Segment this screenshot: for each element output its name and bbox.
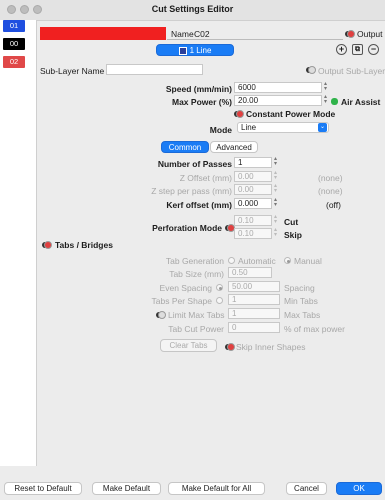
output-sub-layer-toggle[interactable] (306, 66, 316, 74)
kerf-input[interactable]: 0.000 (234, 198, 272, 209)
skip-stepper[interactable]: ▴ ▾ (273, 227, 278, 239)
tab-cut-power-input[interactable]: 0 (228, 322, 280, 333)
tab-size-label: Tab Size (mm) (169, 269, 224, 279)
tab-advanced[interactable]: Advanced (210, 141, 258, 153)
name-label: Name (171, 29, 194, 39)
tabs-per-shape-radio[interactable] (216, 297, 223, 304)
skip-input[interactable]: 0.10 (234, 228, 272, 239)
tab-size-input[interactable]: 0.50 (228, 267, 272, 278)
max-power-input[interactable]: 20.00 (234, 95, 322, 106)
passes-label: Number of Passes (157, 159, 232, 169)
tab-generation-label: Tab Generation (165, 256, 224, 266)
cut-input[interactable]: 0.10 (234, 215, 272, 226)
mode-label: Mode (209, 125, 232, 135)
copy-sub-layer-icon[interactable]: ⧉ (352, 44, 363, 55)
output-sub-layer-label: Output Sub-Layer (318, 66, 385, 76)
layer-item-00[interactable]: 00 (3, 38, 25, 50)
sub-layer-selector[interactable]: 1 Line (156, 44, 234, 56)
z-offset-note: (none) (318, 173, 343, 183)
sub-layer-selector-label: 1 Line (189, 46, 212, 55)
z-offset-stepper[interactable]: ▴ ▾ (273, 170, 278, 182)
layer-item-02[interactable]: 02 (3, 56, 25, 68)
mode-select-value: Line (241, 123, 257, 132)
kerf-label: Kerf offset (mm) (166, 200, 232, 210)
limit-max-tabs-toggle[interactable] (156, 311, 166, 319)
output-label: Output (357, 29, 383, 39)
limit-max-tabs-label: Limit Max Tabs (168, 310, 225, 320)
tab-gen-manual-radio[interactable] (284, 257, 291, 264)
remove-sub-layer-icon[interactable]: − (368, 44, 379, 55)
kerf-stepper[interactable]: ▴ ▾ (273, 197, 278, 209)
make-default-for-all-button[interactable]: Make Default for All (168, 482, 265, 495)
layer-list (0, 20, 37, 466)
tabs-bridges-label: Tabs / Bridges (55, 240, 113, 250)
max-power-stepper[interactable]: ▴ ▾ (323, 94, 328, 106)
clear-tabs-button[interactable]: Clear Tabs (160, 339, 217, 352)
constant-power-label: Constant Power Mode (246, 109, 336, 119)
sub-layer-name-field[interactable] (106, 64, 203, 75)
kerf-note: (off) (326, 200, 341, 210)
name-value[interactable]: C02 (194, 29, 210, 39)
z-step-input[interactable]: 0.00 (234, 184, 272, 195)
add-sub-layer-icon[interactable]: + (336, 44, 347, 55)
max-tabs-label: Max Tabs (284, 310, 321, 320)
tab-cut-power-unit: % of max power (284, 324, 345, 334)
sub-layer-square-icon (178, 46, 187, 55)
perforation-toggle[interactable] (225, 224, 235, 232)
max-power-label: Max Power (%) (172, 97, 232, 107)
chevron-down-icon[interactable]: ⌄ (318, 123, 327, 132)
name-underline (167, 39, 343, 40)
sub-layer-name-label: Sub-Layer Name (40, 66, 105, 76)
cut-stepper[interactable]: ▴ ▾ (273, 214, 278, 226)
tab-gen-automatic-label: Automatic (238, 256, 276, 266)
passes-input[interactable]: 1 (234, 157, 272, 168)
passes-stepper[interactable]: ▴ ▾ (273, 156, 278, 168)
tab-gen-manual-label: Manual (294, 256, 322, 266)
speed-label: Speed (mm/min) (165, 84, 232, 94)
max-tabs-input[interactable]: 1 (228, 308, 280, 319)
tab-gen-automatic-radio[interactable] (228, 257, 235, 264)
skip-label: Skip (284, 230, 302, 240)
tabs-per-shape-label: Tabs Per Shape (151, 296, 212, 306)
output-toggle[interactable] (345, 30, 355, 38)
tab-common[interactable]: Common (161, 141, 209, 153)
tabs-bridges-toggle[interactable] (42, 241, 52, 249)
air-assist-toggle[interactable] (331, 98, 338, 105)
make-default-button[interactable]: Make Default (92, 482, 161, 495)
z-step-label: Z step per pass (mm) (151, 186, 232, 196)
z-offset-input[interactable]: 0.00 (234, 171, 272, 182)
ok-button[interactable]: OK (336, 482, 382, 495)
air-assist-label: Air Assist (341, 97, 381, 107)
speed-stepper[interactable]: ▴ ▾ (323, 81, 328, 93)
mode-select[interactable]: Line (237, 122, 329, 133)
even-spacing-input[interactable]: 50.00 (228, 281, 280, 292)
window-title: Cut Settings Editor (151, 4, 234, 14)
cancel-button[interactable]: Cancel (286, 482, 327, 495)
tab-cut-power-label: Tab Cut Power (168, 324, 224, 334)
cut-label: Cut (284, 217, 299, 227)
min-tabs-label: Min Tabs (284, 296, 318, 306)
layer-color-swatch[interactable] (40, 27, 166, 40)
skip-inner-shapes-label: Skip Inner Shapes (236, 342, 306, 352)
even-spacing-radio[interactable] (216, 284, 223, 291)
layer-item-01[interactable]: 01 (3, 20, 25, 32)
tabs-per-shape-input[interactable]: 1 (228, 294, 280, 305)
perforation-label: Perforation Mode (152, 223, 222, 233)
skip-inner-shapes-toggle[interactable] (225, 343, 235, 351)
reset-to-default-button[interactable]: Reset to Default (4, 482, 82, 495)
spacing-label: Spacing (284, 283, 315, 293)
even-spacing-label: Even Spacing (159, 283, 212, 293)
constant-power-toggle[interactable] (234, 110, 244, 118)
z-step-stepper[interactable]: ▴ ▾ (273, 183, 278, 195)
z-step-note: (none) (318, 186, 343, 196)
speed-input[interactable]: 6000 (234, 82, 322, 93)
z-offset-label: Z Offset (mm) (179, 173, 232, 183)
